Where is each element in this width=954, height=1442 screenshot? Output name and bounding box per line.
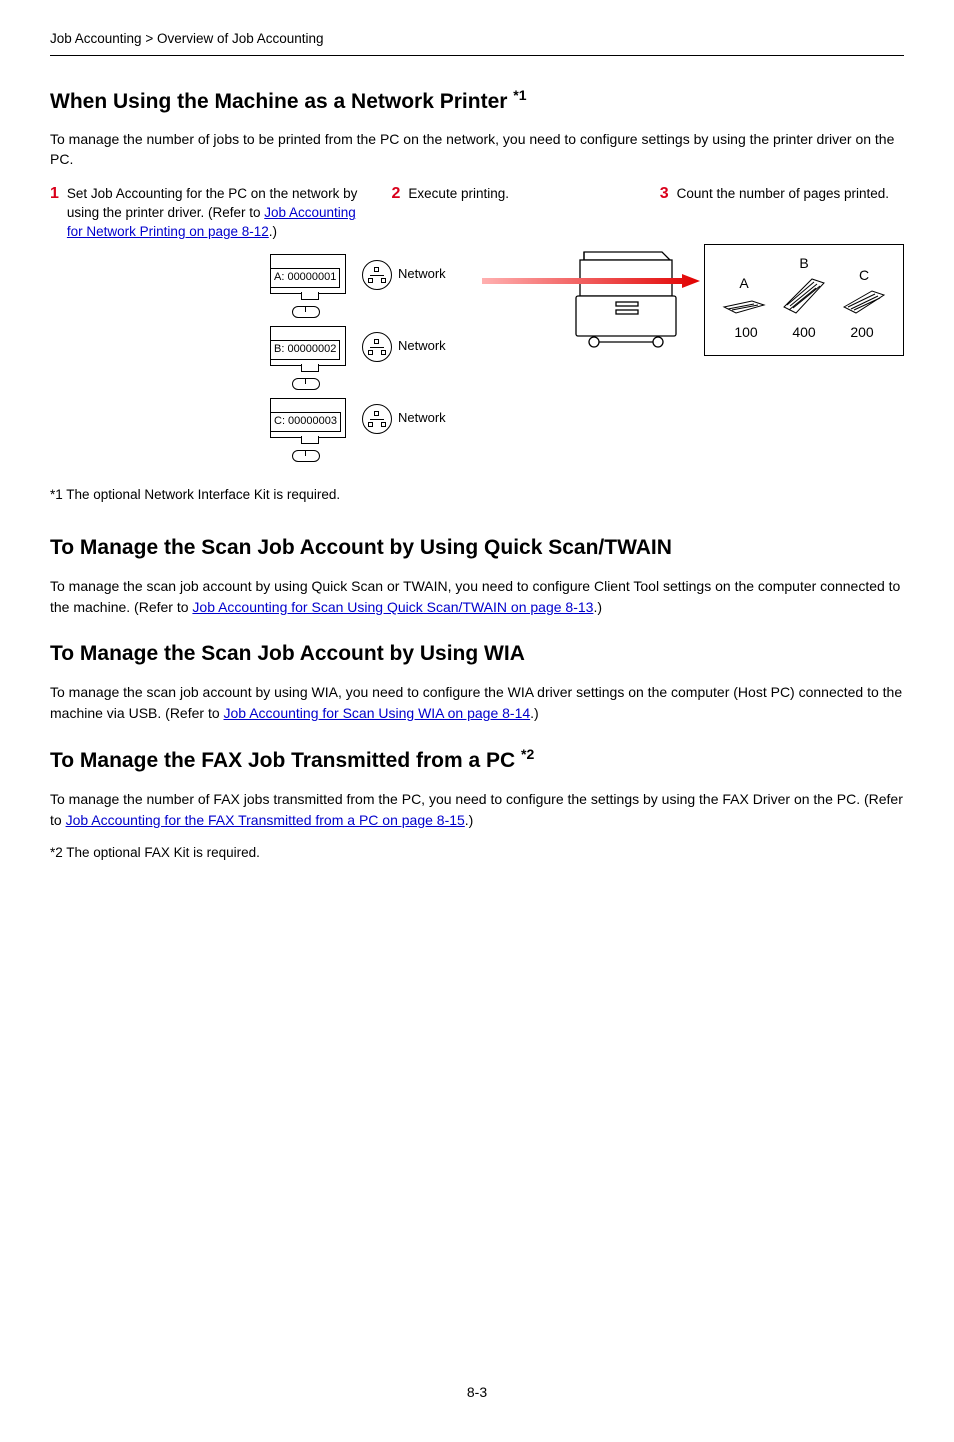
- step2: 2 Execute printing.: [392, 185, 636, 242]
- steps-row: 1 Set Job Accounting for the PC on the n…: [50, 185, 904, 242]
- section1-intro: To manage the number of jobs to be print…: [50, 130, 904, 169]
- section2-link[interactable]: Job Accounting for Scan Using Quick Scan…: [192, 599, 593, 615]
- step1: 1 Set Job Accounting for the PC on the n…: [50, 185, 368, 242]
- step3-text: Count the number of pages printed.: [677, 185, 889, 242]
- section4-text2: .): [465, 812, 474, 828]
- page-counts-box: A B C 100 400: [704, 244, 904, 356]
- section2-body: To manage the scan job account by using …: [50, 576, 904, 617]
- network-icon: [362, 404, 392, 434]
- paper-stack-icon: [782, 277, 826, 315]
- network-label-c: Network: [398, 409, 446, 427]
- pc-a-label: A: 00000001: [270, 268, 340, 287]
- section4-title-sup: *2: [521, 746, 534, 762]
- pc-a: A: 00000001 Network: [270, 254, 480, 308]
- section1-title: When Using the Machine as a Network Prin…: [50, 86, 904, 116]
- section4-footnote: *2 The optional FAX Kit is required.: [50, 844, 904, 863]
- network-icon: [362, 260, 392, 290]
- stack-c-letter: C: [859, 266, 869, 286]
- section3-body: To manage the scan job account by using …: [50, 682, 904, 723]
- network-label-a: Network: [398, 265, 446, 283]
- stack-a-letter: A: [739, 274, 748, 294]
- network-icon: [362, 332, 392, 362]
- step1-text2: .): [269, 224, 277, 239]
- mouse-icon: [292, 450, 320, 462]
- count-c: 200: [850, 323, 873, 343]
- network-diagram: A: 00000001 Network B: 00000002 Network …: [50, 254, 904, 470]
- stack-b-letter: B: [799, 254, 808, 274]
- section1-title-sup: *1: [513, 87, 526, 103]
- mouse-icon: [292, 378, 320, 390]
- stack-c: C: [842, 266, 886, 316]
- stack-b: B: [782, 254, 826, 316]
- section4-body: To manage the number of FAX jobs transmi…: [50, 789, 904, 830]
- step2-text: Execute printing.: [408, 185, 509, 242]
- network-label-b: Network: [398, 337, 446, 355]
- section3-link[interactable]: Job Accounting for Scan Using WIA on pag…: [224, 705, 531, 721]
- page-number: 8-3: [50, 1383, 904, 1403]
- pc-b: B: 00000002 Network: [270, 326, 480, 380]
- arrow-icon: [482, 272, 702, 290]
- stack-a: A: [722, 274, 766, 316]
- step3-number: 3: [660, 185, 669, 242]
- pcs-column: A: 00000001 Network B: 00000002 Network …: [270, 254, 480, 470]
- paper-stack-icon: [842, 289, 886, 315]
- paper-stack-icon: [722, 297, 766, 315]
- section1-title-main: When Using the Machine as a Network Prin…: [50, 90, 513, 113]
- pc-c-label: C: 00000003: [270, 412, 341, 431]
- step1-text: Set Job Accounting for the PC on the net…: [67, 185, 368, 242]
- section2-text2: .): [593, 599, 602, 615]
- arrow: [486, 264, 552, 318]
- step1-number: 1: [50, 185, 59, 242]
- step3: 3 Count the number of pages printed.: [660, 185, 904, 242]
- mouse-icon: [292, 306, 320, 318]
- section4-title: To Manage the FAX Job Transmitted from a…: [50, 745, 904, 775]
- section3-text2: .): [530, 705, 539, 721]
- count-b: 400: [792, 323, 815, 343]
- section2-title: To Manage the Scan Job Account by Using …: [50, 533, 904, 562]
- section4-link[interactable]: Job Accounting for the FAX Transmitted f…: [66, 812, 465, 828]
- printer: [558, 244, 698, 360]
- section3-title: To Manage the Scan Job Account by Using …: [50, 639, 904, 668]
- count-a: 100: [734, 323, 757, 343]
- step2-number: 2: [392, 185, 401, 242]
- pc-b-label: B: 00000002: [270, 340, 340, 359]
- printer-icon: [558, 244, 698, 354]
- pc-c: C: 00000003 Network: [270, 398, 480, 452]
- section1-footnote: *1 The optional Network Interface Kit is…: [50, 486, 904, 505]
- section4-title-main: To Manage the FAX Job Transmitted from a…: [50, 749, 521, 772]
- breadcrumb: Job Accounting > Overview of Job Account…: [50, 30, 904, 56]
